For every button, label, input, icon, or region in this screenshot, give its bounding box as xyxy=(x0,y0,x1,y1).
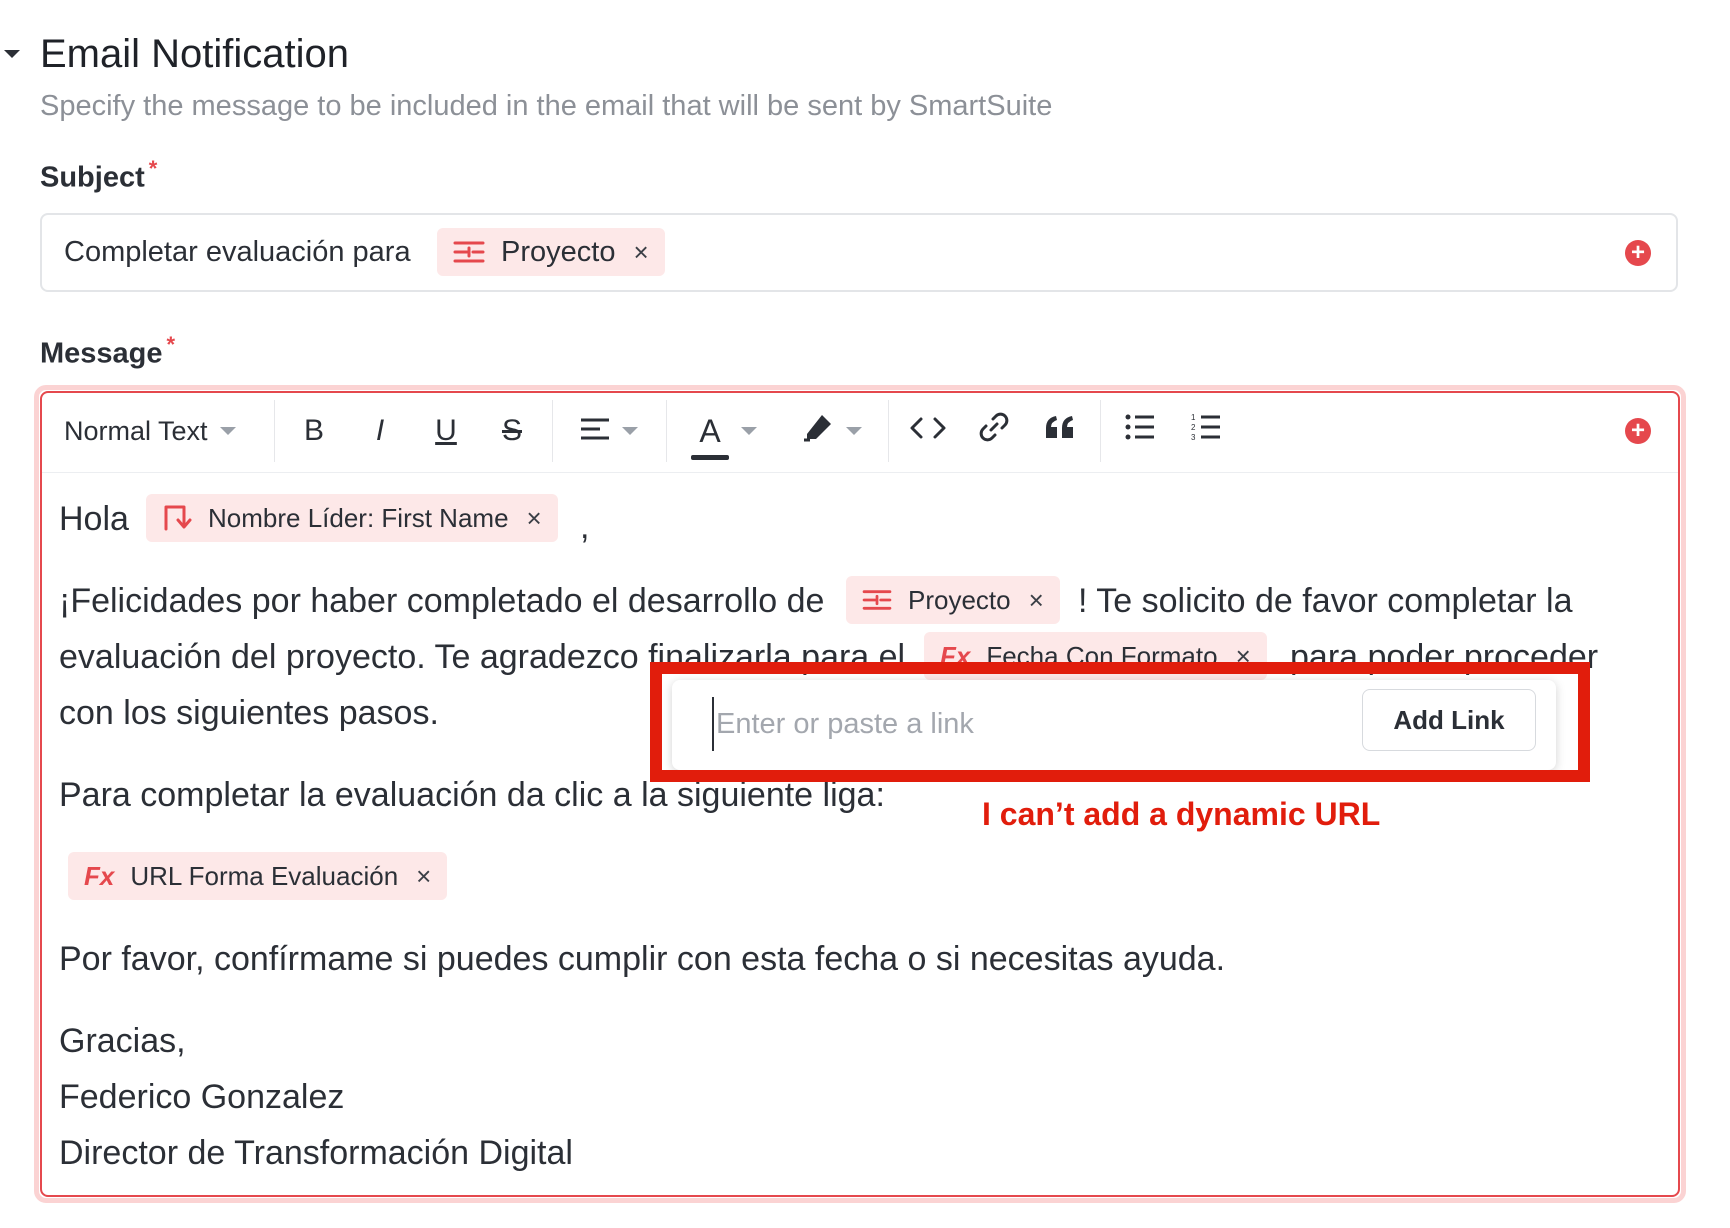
chevron-down-icon xyxy=(219,427,236,435)
subject-field-chip[interactable]: Proyecto × xyxy=(437,228,665,276)
highlight-dropdown[interactable] xyxy=(792,406,872,456)
text-style-dropdown[interactable]: Normal Text xyxy=(64,406,254,456)
code-button[interactable] xyxy=(906,406,950,456)
formula-icon: Fx xyxy=(84,860,115,891)
remove-chip-icon[interactable]: × xyxy=(633,237,648,268)
greeting-comma: , xyxy=(580,508,590,546)
required-mark: * xyxy=(148,156,158,181)
insert-field-icon[interactable]: + xyxy=(1625,418,1651,444)
toolbar-divider xyxy=(1100,400,1101,462)
chip-label: Proyecto xyxy=(501,235,616,268)
quote-button[interactable] xyxy=(1040,406,1080,456)
annotation-text: I can’t add a dynamic URL xyxy=(982,796,1381,832)
text-color-glyph: A xyxy=(699,412,721,449)
text-style-label: Normal Text xyxy=(64,415,208,446)
italic-button[interactable]: I xyxy=(362,406,398,456)
paragraph-1-line-1-end: ! Te solicito de favor completar la xyxy=(1078,582,1573,620)
sliders-icon xyxy=(862,588,892,612)
svg-text:3: 3 xyxy=(1191,433,1196,441)
chevron-down-icon xyxy=(846,427,862,435)
strikethrough-button[interactable]: S xyxy=(494,406,530,456)
message-label: Message * xyxy=(40,332,175,371)
toolbar-bottom-border xyxy=(42,472,1678,473)
quote-icon xyxy=(1044,414,1076,448)
code-icon xyxy=(909,414,947,448)
signature-line-3: Director de Transformación Digital xyxy=(59,1134,573,1172)
chevron-down-icon xyxy=(741,427,757,435)
bold-button[interactable]: B xyxy=(296,406,332,456)
text-color-dropdown[interactable]: A xyxy=(686,406,762,460)
paragraph-1-line-3: con los siguientes pasos. xyxy=(59,694,439,732)
annotation-highlight-box xyxy=(650,662,1590,782)
link-button[interactable] xyxy=(974,406,1014,456)
required-mark: * xyxy=(166,332,176,357)
sliders-icon xyxy=(453,239,485,265)
url-field-chip[interactable]: Fx URL Forma Evaluación × xyxy=(68,852,448,900)
align-left-icon xyxy=(580,414,610,448)
toolbar-divider xyxy=(888,400,889,462)
insert-field-icon[interactable]: + xyxy=(1625,240,1651,266)
section-title: Email Notification xyxy=(40,32,350,76)
subject-text: Completar evaluación para xyxy=(64,236,411,268)
text-color-icon: A xyxy=(691,412,729,460)
project-field-chip[interactable]: Proyecto × xyxy=(846,576,1060,624)
toolbar-divider xyxy=(274,400,275,462)
chip-label: Proyecto xyxy=(908,584,1011,615)
greeting-text: Hola xyxy=(59,500,129,538)
svg-text:1: 1 xyxy=(1191,413,1196,422)
align-dropdown[interactable] xyxy=(574,406,644,456)
bullet-list-icon xyxy=(1125,414,1155,448)
chevron-down-icon xyxy=(622,427,638,435)
greeting-field-chip[interactable]: Nombre Líder: First Name × xyxy=(146,494,558,542)
bullet-list-button[interactable] xyxy=(1120,406,1160,456)
highlighter-icon xyxy=(802,412,834,450)
remove-chip-icon[interactable]: × xyxy=(416,861,431,892)
linked-record-icon xyxy=(162,503,192,533)
message-label-text: Message xyxy=(40,337,163,370)
chip-label: URL Forma Evaluación xyxy=(130,860,399,891)
paragraph-1-line-1: ¡Felicidades por haber completado el des… xyxy=(59,582,825,620)
link-icon xyxy=(978,411,1010,451)
subject-label-text: Subject xyxy=(40,161,145,194)
remove-chip-icon[interactable]: × xyxy=(1029,585,1044,616)
collapse-caret-icon[interactable] xyxy=(4,50,20,58)
signature-line-2: Federico Gonzalez xyxy=(59,1078,345,1116)
chip-label: Nombre Líder: First Name xyxy=(208,502,509,533)
subject-label: Subject * xyxy=(40,156,157,195)
section-subtitle: Specify the message to be included in th… xyxy=(40,90,1053,122)
signature-line-1: Gracias, xyxy=(59,1022,186,1060)
underline-button[interactable]: U xyxy=(428,406,464,456)
toolbar-divider xyxy=(666,400,667,462)
numbered-list-button[interactable]: 123 xyxy=(1186,406,1226,456)
toolbar-divider xyxy=(552,400,553,462)
svg-text:2: 2 xyxy=(1191,423,1196,432)
numbered-list-icon: 123 xyxy=(1191,413,1221,449)
paragraph-3: Por favor, confírmame si puedes cumplir … xyxy=(59,940,1226,978)
remove-chip-icon[interactable]: × xyxy=(527,503,542,534)
